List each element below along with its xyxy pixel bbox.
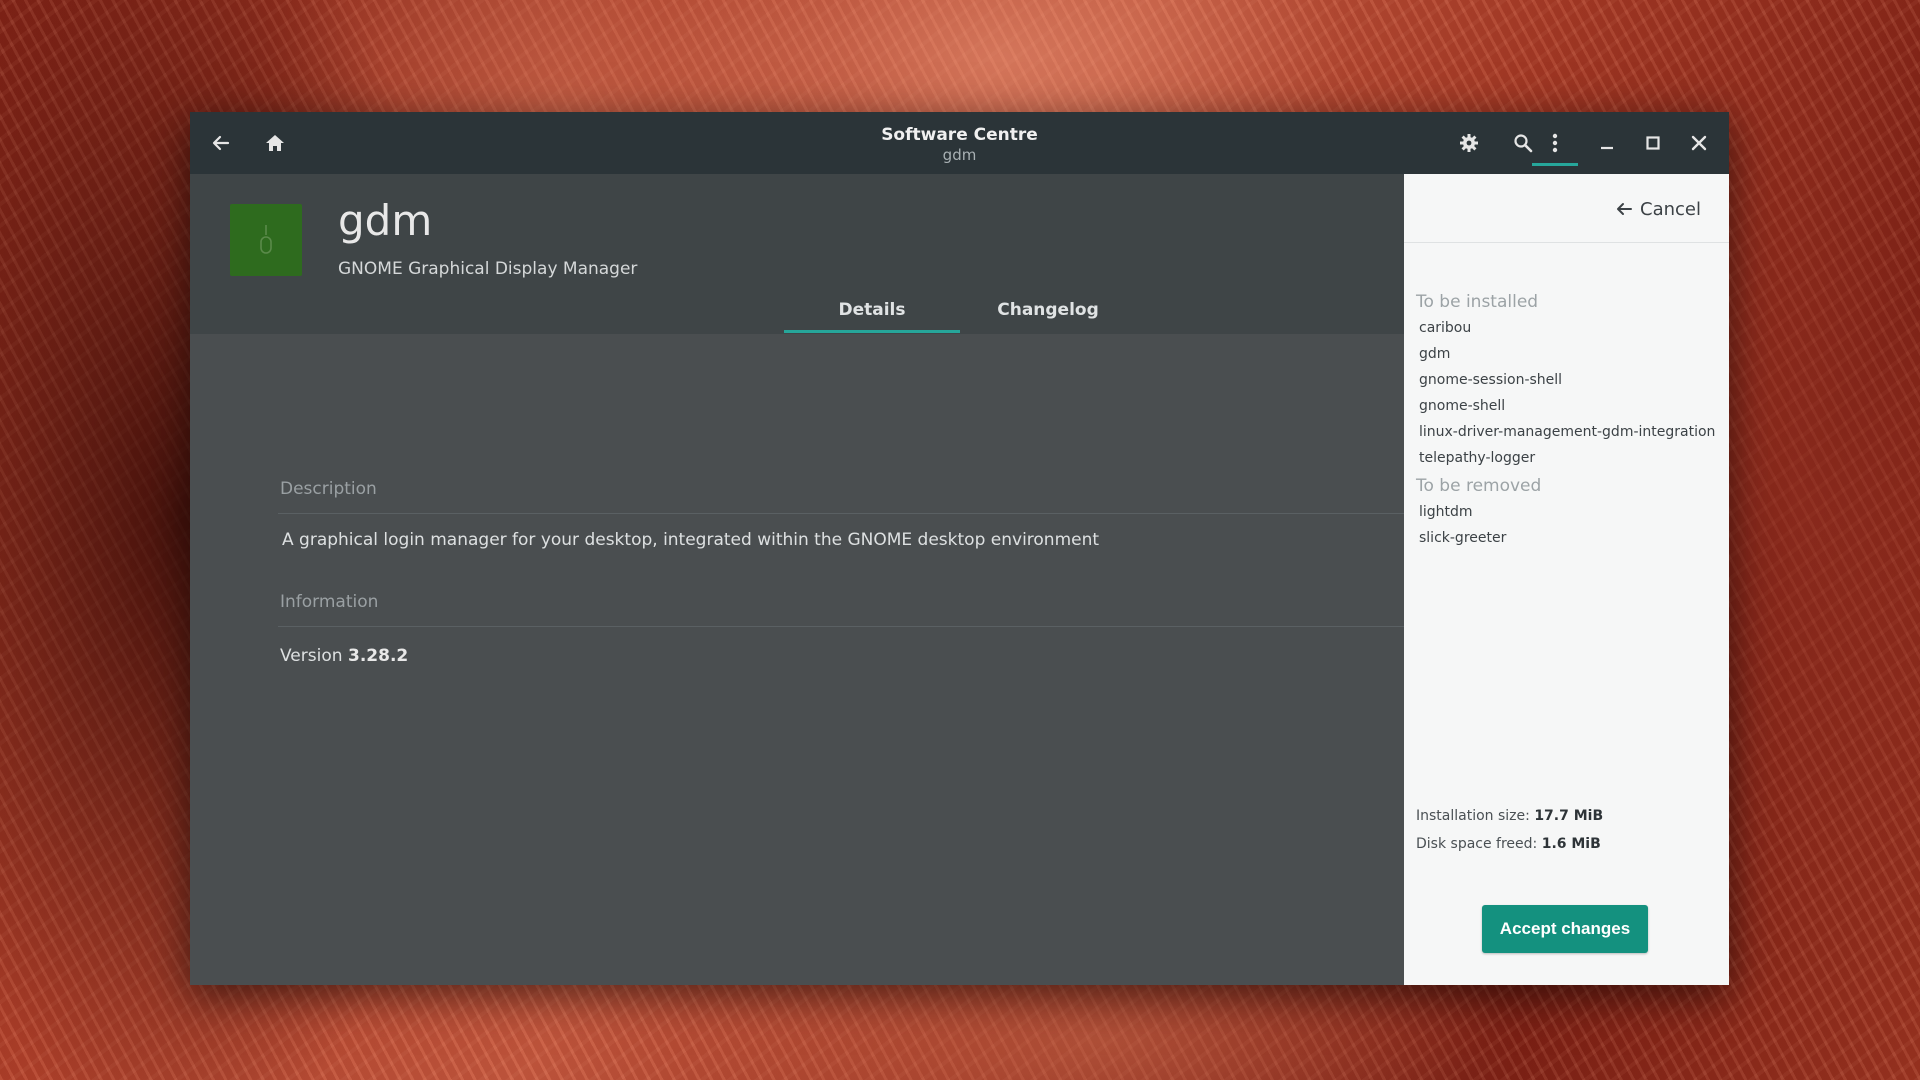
pending-changes-panel: Cancel To be installed caribou gdm gnome… xyxy=(1404,174,1729,985)
app-summary: GNOME Graphical Display Manager xyxy=(338,259,638,279)
app-name: gdm xyxy=(338,196,433,245)
gear-icon xyxy=(1460,134,1478,152)
to-remove-heading: To be removed xyxy=(1416,476,1542,496)
installation-size: Installation size: 17.7 MiB xyxy=(1416,808,1603,824)
maximize-icon xyxy=(1646,136,1660,150)
menu-active-indicator xyxy=(1532,163,1578,166)
window-title: Software Centre xyxy=(881,125,1038,145)
cancel-button[interactable]: Cancel xyxy=(1616,194,1701,224)
app-icon xyxy=(230,204,302,276)
settings-button[interactable] xyxy=(1448,122,1490,164)
tab-details[interactable]: Details xyxy=(784,290,960,333)
close-icon xyxy=(1691,135,1707,151)
tab-changelog[interactable]: Changelog xyxy=(960,290,1136,330)
install-package-item: gnome-shell xyxy=(1419,398,1506,414)
install-package-item: gdm xyxy=(1419,346,1451,362)
version-label: Version xyxy=(280,646,343,666)
install-package-item: caribou xyxy=(1419,320,1472,336)
home-button[interactable] xyxy=(254,122,296,164)
home-icon xyxy=(266,135,284,151)
accept-changes-button[interactable]: Accept changes xyxy=(1482,905,1648,953)
install-package-item: telepathy-logger xyxy=(1419,450,1536,466)
version-value: 3.28.2 xyxy=(348,646,409,666)
app-details-view: gdm GNOME Graphical Display Manager Deta… xyxy=(190,174,1404,985)
minimize-button[interactable] xyxy=(1586,122,1628,164)
description-text: A graphical login manager for your deskt… xyxy=(282,530,1100,550)
remove-package-item: lightdm xyxy=(1419,504,1473,520)
disk-space-freed-label: Disk space freed: xyxy=(1416,836,1538,852)
information-heading: Information xyxy=(280,592,379,612)
more-menu-button[interactable] xyxy=(1534,122,1576,164)
minimize-icon xyxy=(1601,146,1613,150)
disk-space-freed: Disk space freed: 1.6 MiB xyxy=(1416,836,1601,852)
more-vertical-icon xyxy=(1552,133,1558,153)
install-package-item: gnome-session-shell xyxy=(1419,372,1563,388)
window-subtitle: gdm xyxy=(942,146,977,164)
close-button[interactable] xyxy=(1678,122,1720,164)
titlebar: Software Centre gdm xyxy=(190,112,1729,174)
installation-size-label: Installation size: xyxy=(1416,808,1530,824)
to-install-heading: To be installed xyxy=(1416,292,1539,312)
software-centre-window: Software Centre gdm gdm GNOME Graphical … xyxy=(190,112,1729,985)
install-package-item: linux-driver-management-gdm-integration xyxy=(1419,424,1716,440)
back-arrow-icon xyxy=(1617,203,1633,215)
display-manager-icon xyxy=(260,225,272,254)
installation-size-value: 17.7 MiB xyxy=(1534,808,1604,824)
app-header: gdm GNOME Graphical Display Manager Deta… xyxy=(190,174,1404,334)
divider xyxy=(278,626,1404,627)
disk-space-freed-value: 1.6 MiB xyxy=(1541,836,1601,852)
remove-package-item: slick-greeter xyxy=(1419,530,1507,546)
description-heading: Description xyxy=(280,479,377,499)
back-arrow-icon xyxy=(212,135,230,151)
window-title-block: Software Centre gdm xyxy=(190,124,1729,164)
back-button[interactable] xyxy=(200,122,242,164)
divider xyxy=(278,513,1404,514)
cancel-label: Cancel xyxy=(1640,198,1701,220)
search-icon xyxy=(1514,134,1533,153)
maximize-button[interactable] xyxy=(1632,122,1674,164)
divider xyxy=(1404,242,1729,243)
